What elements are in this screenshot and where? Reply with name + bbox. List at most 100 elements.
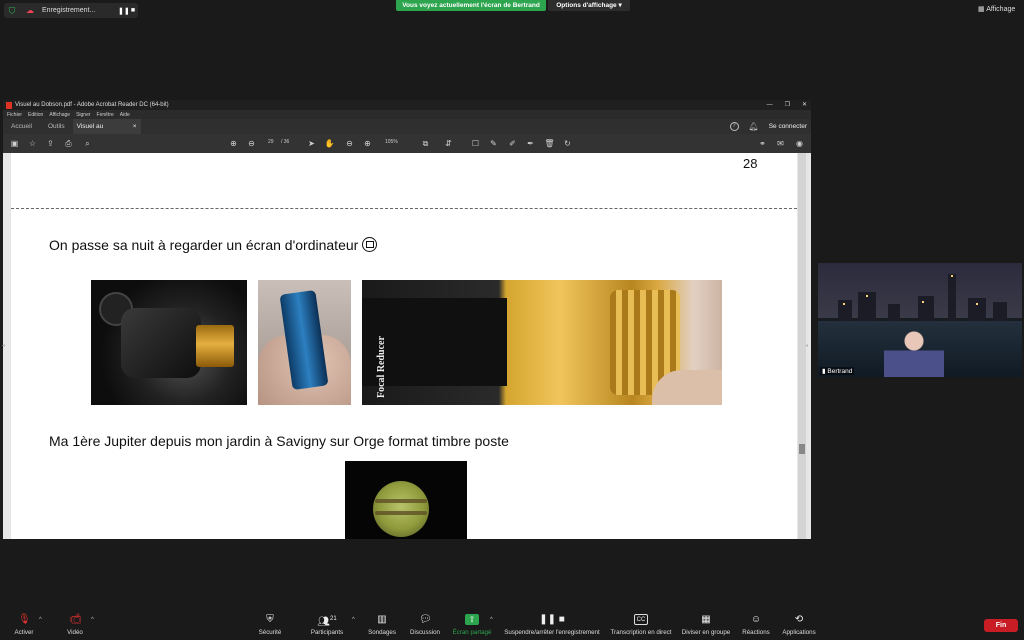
reactions-button[interactable]: ☺ Réactions <box>740 614 772 636</box>
signal-icon: ▮ <box>822 368 826 375</box>
security-button[interactable]: ⛨ Sécurité <box>254 614 286 636</box>
participant-avatar <box>884 329 944 377</box>
save-icon[interactable]: ▣ <box>9 138 20 149</box>
grid-icon: ▦ <box>978 6 985 13</box>
video-label: Vidéo <box>67 629 83 636</box>
menu-edit[interactable]: Edition <box>28 112 43 118</box>
apps-label: Applications <box>782 629 816 636</box>
pdf-icon <box>6 101 12 109</box>
highlight-icon[interactable]: ✐ <box>507 138 518 149</box>
tab-home[interactable]: Accueil <box>3 119 40 134</box>
zoom-level[interactable]: 105% <box>385 139 398 145</box>
participant-video-tile[interactable]: ▮ Bertrand <box>818 263 1022 377</box>
security-label: Sécurité <box>258 629 282 636</box>
left-panel-arrow-icon[interactable]: ◂ <box>2 342 8 349</box>
maximize-icon[interactable]: ❐ <box>785 100 790 110</box>
menu-help[interactable]: Aide <box>120 112 130 118</box>
sign-in-button[interactable]: Se connecter <box>769 123 807 130</box>
share-banner: Vous voyez actuellement l'écran de Bertr… <box>396 0 546 11</box>
recording-indicator: ⛉ ☁ Enregistrement... ❚❚ ■ <box>4 3 138 18</box>
recording-label: Enregistrement... <box>42 7 96 14</box>
star-icon[interactable]: ☆ <box>27 138 38 149</box>
email-icon[interactable]: ✉ <box>775 138 786 149</box>
acrobat-window: Visuel au Dobson.pdf - Adobe Acrobat Rea… <box>3 100 811 539</box>
zoom-in-icon[interactable]: ⊕ <box>362 138 373 149</box>
zoom-search-icon[interactable]: ⌕ <box>82 138 93 149</box>
page-total: / 36 <box>281 139 290 145</box>
view-options-button[interactable]: Options d'affichage ▾ <box>548 0 630 11</box>
telescope-body <box>121 308 201 378</box>
scrollbar-thumb[interactable] <box>799 444 805 454</box>
mic-options-chevron-icon[interactable]: ^ <box>39 617 42 623</box>
breakout-button[interactable]: ▦ Diviser en groupe <box>679 614 733 636</box>
hand-icon[interactable]: ✋ <box>324 138 335 149</box>
upload-icon[interactable]: ⇪ <box>45 138 56 149</box>
pdf-page: 28 On passe sa nuit à regarder un écran … <box>11 153 797 539</box>
page-number: 28 <box>743 156 758 171</box>
shield-icon: ⛨ <box>266 614 274 625</box>
chat-button[interactable]: 💬︎ Discussion <box>407 614 443 636</box>
cursor-icon[interactable]: ➤ <box>306 138 317 149</box>
building <box>918 296 934 322</box>
right-panel-arrow-icon[interactable]: ◂ <box>805 342 811 349</box>
page-current[interactable]: 29 <box>268 139 274 145</box>
zoom-out-icon[interactable]: ⊖ <box>344 138 355 149</box>
mute-button[interactable]: 🎙︎ Activer <box>10 614 38 636</box>
reducer-label: Focal Reducer <box>376 336 387 398</box>
scroll-mode-icon[interactable]: ⇵ <box>443 138 454 149</box>
fit-page-icon[interactable]: ⧉ <box>420 138 431 149</box>
video-options-chevron-icon[interactable]: ^ <box>91 617 94 623</box>
share-chevron-icon[interactable]: ^ <box>490 617 493 623</box>
account-icon[interactable]: ◉ <box>794 138 805 149</box>
close-icon[interactable]: ✕ <box>802 100 807 110</box>
pause-icon[interactable]: ❚❚ <box>118 7 130 15</box>
city-light <box>866 295 868 297</box>
reactions-label: Réactions <box>742 629 770 636</box>
menu-window[interactable]: Fenêtre <box>97 112 114 118</box>
building <box>838 300 852 322</box>
share-link-icon[interactable]: ⚭ <box>757 138 768 149</box>
participants-chevron-icon[interactable]: ^ <box>352 617 355 623</box>
help-icon[interactable]: ? <box>729 122 739 131</box>
rotate-icon[interactable]: ↻ <box>562 138 573 149</box>
page-separator <box>11 208 797 209</box>
page-down-icon[interactable]: ⊖ <box>246 138 257 149</box>
photo-camera-in-hand <box>258 280 351 405</box>
minimize-icon[interactable]: — <box>767 100 773 110</box>
bell-icon[interactable]: 🔔︎ <box>749 122 759 131</box>
tab-document[interactable]: Visuel au Dobson.p... × <box>72 119 141 145</box>
end-meeting-button[interactable]: Fin <box>984 619 1018 632</box>
trash-icon[interactable]: 🗑︎ <box>544 138 555 149</box>
display-button[interactable]: ▦ Affichage <box>978 5 1015 13</box>
polls-button[interactable]: ▥ Sondages <box>366 614 398 636</box>
participants-button[interactable]: 👥︎21 Participants <box>305 614 349 636</box>
sign-icon[interactable]: ✒ <box>525 138 536 149</box>
page-up-icon[interactable]: ⊕ <box>228 138 239 149</box>
computer-emoji-icon <box>362 237 378 252</box>
transcript-button[interactable]: CC Transcription en direct <box>608 614 674 636</box>
display-label: Affichage <box>986 6 1016 13</box>
share-label: Écran partagé <box>452 629 492 636</box>
city-light <box>951 275 953 277</box>
comment-icon[interactable]: ☐ <box>470 138 481 149</box>
share-screen-button[interactable]: ⇧ Écran partagé <box>451 614 493 636</box>
chat-icon: 💬︎ <box>419 614 432 625</box>
record-controls-button[interactable]: ❚❚ ■ Suspendre/arrêter l'enregistrement <box>500 614 604 636</box>
shield-icon[interactable]: ⛉ <box>6 5 18 17</box>
tab-close-icon[interactable]: × <box>133 119 137 134</box>
photo-jupiter <box>345 461 467 539</box>
video-off-icon: 📹︎ <box>69 614 82 625</box>
photo-telescope-eyepiece <box>91 280 247 405</box>
print-icon[interactable]: ⎙ <box>63 138 74 149</box>
participant-name-text: Bertrand <box>827 368 853 375</box>
menu-file[interactable]: Fichier <box>7 112 22 118</box>
tab-tools[interactable]: Outils <box>40 119 73 134</box>
gold-adapter <box>196 325 234 367</box>
record-label: Suspendre/arrêter l'enregistrement <box>504 629 600 636</box>
pen-icon[interactable]: ✎ <box>488 138 499 149</box>
menu-view[interactable]: Affichage <box>49 112 70 118</box>
video-button[interactable]: 📹︎ Vidéo <box>62 614 88 636</box>
menu-sign[interactable]: Signer <box>76 112 90 118</box>
apps-button[interactable]: ⟲ Applications <box>780 614 818 636</box>
stop-icon[interactable]: ■ <box>128 7 138 14</box>
